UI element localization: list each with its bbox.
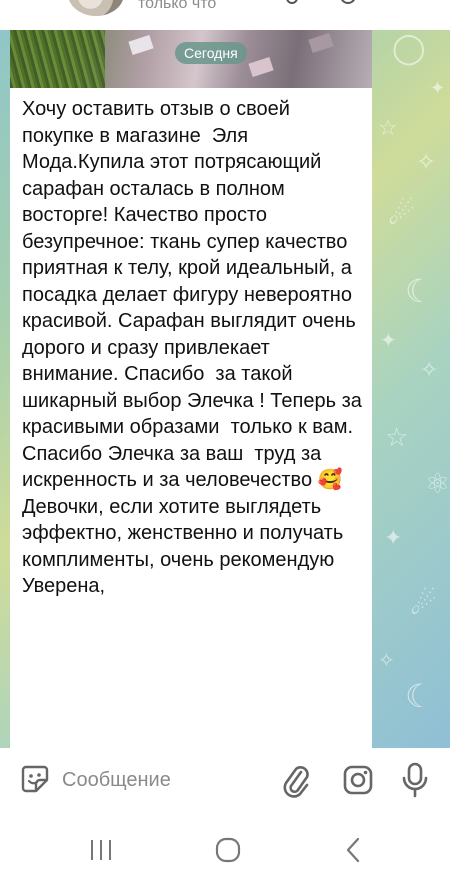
call-icon[interactable]	[286, 0, 298, 4]
message-photo[interactable]: Сегодня	[10, 30, 372, 88]
moon-doodle-icon: ☾	[405, 272, 434, 310]
paperclip-icon[interactable]	[282, 762, 310, 798]
chat-header[interactable]: только что	[0, 0, 450, 30]
photo-tile	[248, 56, 274, 78]
photo-tile	[128, 34, 154, 56]
star-doodle-icon: ☆	[378, 116, 398, 141]
avatar[interactable]	[68, 0, 124, 16]
message-text: Хочу оставить отзыв о своей покупке в ма…	[22, 98, 368, 597]
star-doodle-icon: ✧	[378, 648, 395, 672]
back-icon[interactable]	[344, 836, 362, 864]
last-seen-status: только что	[138, 0, 217, 12]
message-bubble[interactable]: Сегодня Хочу оставить отзыв о своей поку…	[10, 30, 372, 748]
sticker-icon[interactable]	[20, 764, 50, 794]
date-badge: Сегодня	[175, 42, 247, 64]
home-icon[interactable]	[214, 836, 242, 864]
star-doodle-icon: ✦	[430, 78, 446, 99]
microphone-icon[interactable]	[400, 762, 430, 798]
photo-tile	[308, 32, 334, 54]
message-input[interactable]: Сообщение	[62, 768, 171, 792]
photo-grass	[10, 30, 105, 88]
comet-doodle-icon: ☄	[388, 197, 415, 232]
star-doodle-icon: ✦	[384, 526, 403, 551]
planet-doodle-icon: ◯	[392, 31, 426, 66]
recent-apps-icon[interactable]	[86, 838, 116, 862]
chat-area[interactable]: ◯ ✦ ☆ ✧ ☄ ☾ ✦ ✧ ☆ ⚛ ✦ ☄ ✧ ☾ Сегодня Хочу…	[0, 30, 450, 748]
star-doodle-icon: ✦	[380, 328, 397, 352]
moon-doodle-icon: ☾	[405, 677, 434, 715]
star-doodle-icon: ✧	[416, 148, 437, 176]
menu-icon[interactable]	[340, 0, 356, 4]
instagram-camera-icon[interactable]	[342, 764, 374, 796]
comet-doodle-icon: ☄	[410, 587, 437, 622]
atom-doodle-icon: ⚛	[425, 467, 450, 500]
star-doodle-icon: ☆	[385, 423, 409, 453]
star-doodle-icon: ✧	[420, 358, 439, 383]
